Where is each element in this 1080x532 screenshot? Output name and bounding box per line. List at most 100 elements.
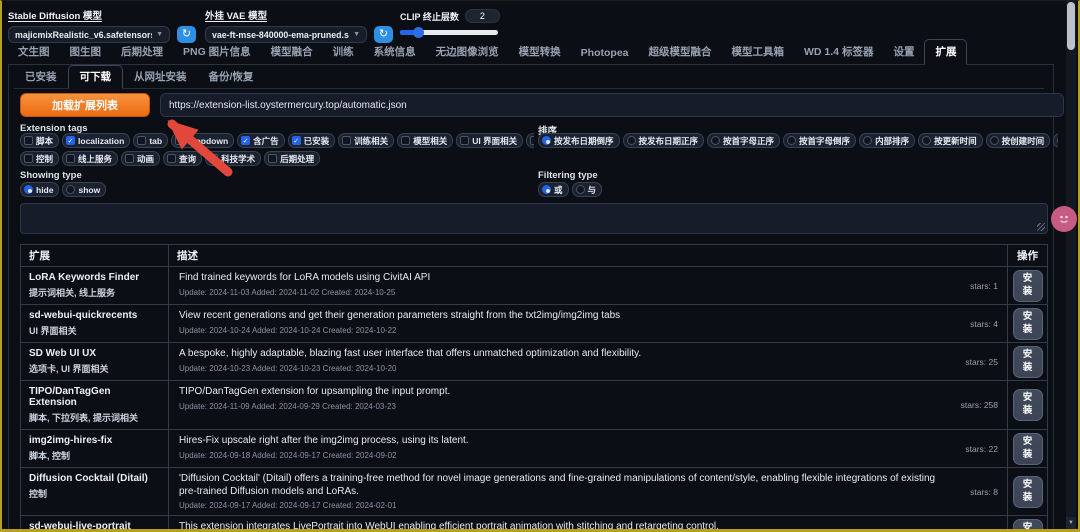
install-button[interactable]: 安装 (1012, 432, 1043, 465)
extension-name: sd-webui-live-portrait (29, 521, 131, 531)
main-tab-12[interactable]: WD 1.4 标签器 (794, 40, 883, 64)
sort-option-radio[interactable]: 按发布日期倒序 (538, 133, 620, 148)
table-body: LoRA Keywords Finder 提示词相关, 线上服务 Find trai… (21, 267, 1047, 531)
tag-checkbox[interactable]: tab (133, 133, 169, 148)
sd-model-group: Stable Diffusion 模型 majicmixRealistic_v6… (8, 6, 196, 43)
tag-checkbox[interactable]: 线上服务 (62, 151, 119, 166)
tag-checkbox[interactable]: 含广告 (237, 133, 285, 148)
table-row: LoRA Keywords Finder 提示词相关, 线上服务 Find trai… (21, 267, 1047, 305)
resize-grip-icon[interactable] (1037, 223, 1045, 231)
sort-option-label: 按创建时间 (1001, 135, 1045, 146)
install-button-label: 安装 (1022, 392, 1033, 416)
extension-description: A bespoke, highly adaptable, blazing fas… (179, 348, 642, 359)
extension-tags-text: 提示词相关, 线上服务 (29, 288, 116, 298)
sub-tab-3[interactable]: 备份/恢复 (198, 66, 265, 88)
install-button[interactable]: 安装 (1012, 307, 1043, 340)
main-tab-6[interactable]: 系统信息 (364, 40, 426, 64)
showing-type-option-radio[interactable]: show (62, 182, 107, 197)
tag-checkbox[interactable]: localization (62, 133, 131, 148)
filtering-type-option-radio[interactable]: 或 (538, 182, 569, 197)
main-tab-8[interactable]: 模型转换 (509, 40, 571, 64)
slider-handle[interactable] (412, 27, 424, 38)
sd-model-value: majicmixRealistic_v6.safetensors (15, 29, 153, 40)
main-tab-13[interactable]: 设置 (883, 40, 924, 64)
extension-name: LoRA Keywords Finder (29, 272, 140, 283)
tag-checkbox[interactable]: 模型相关 (397, 133, 454, 148)
table-row: Diffusion Cocktail (Ditail) 控制 'Diffusion … (21, 468, 1047, 516)
tag-checkbox[interactable]: UI 界面相关 (456, 133, 524, 148)
extension-index-url-input[interactable] (160, 93, 1064, 117)
sort-option-radio[interactable]: 按首字母正序 (707, 133, 781, 148)
install-button[interactable]: 安装 (1012, 345, 1043, 378)
main-tab-11[interactable]: 模型工具箱 (722, 40, 795, 64)
main-tab-3[interactable]: PNG 图片信息 (173, 40, 261, 64)
sub-tab-1[interactable]: 可下载 (67, 65, 123, 89)
install-button-label: 安装 (1022, 478, 1033, 503)
main-tab-14[interactable]: 扩展 (924, 39, 968, 65)
extension-cell: sd-webui-quickrecents UI 界面相关 (21, 305, 168, 342)
main-tab-5[interactable]: 训练 (323, 40, 364, 64)
floating-widget-button[interactable] (1051, 206, 1077, 232)
tag-checkbox[interactable]: 查询 (163, 151, 203, 166)
sort-option-radio[interactable]: 按更新时间 (918, 133, 983, 148)
main-tab-0[interactable]: 文生图 (8, 40, 60, 64)
action-cell: 安装 (1007, 430, 1047, 467)
sort-option-radio[interactable]: 按首字母倒序 (783, 133, 857, 148)
radio-icon (922, 136, 932, 145)
install-button[interactable]: 安装 (1012, 475, 1043, 508)
vertical-scrollbar[interactable]: ▼ (1066, 1, 1076, 529)
showing-type-option-radio[interactable]: hide (20, 182, 60, 197)
install-button[interactable]: 安装 (1012, 518, 1043, 531)
main-tab-10[interactable]: 超级模型融合 (639, 40, 722, 64)
search-textarea[interactable] (20, 203, 1048, 234)
tag-checkbox[interactable]: dropdown (171, 133, 235, 148)
clip-skip-label: CLIP 终止层数 (400, 11, 459, 22)
clip-skip-slider[interactable] (400, 27, 498, 38)
filtering-type-option-radio[interactable]: 与 (571, 182, 603, 197)
radio-icon (542, 185, 551, 194)
filtering-type-label: Filtering type (538, 170, 598, 181)
sort-option-radio[interactable]: 按创建时间 (985, 133, 1051, 148)
tag-label: 线上服务 (78, 153, 113, 164)
radio-icon (575, 185, 585, 194)
sort-option-radio[interactable]: 按发布日期正序 (622, 133, 705, 148)
tag-label: 查询 (179, 153, 197, 164)
tag-checkbox[interactable]: 后期处理 (264, 151, 321, 166)
sort-option-radio[interactable]: 按 Star 数量 (1053, 133, 1058, 148)
scrollbar-thumb[interactable] (1067, 2, 1075, 50)
tag-checkbox[interactable]: 控制 (20, 151, 60, 166)
refresh-icon: ↻ (181, 28, 192, 40)
extension-tags-text: 控制 (29, 489, 48, 499)
tag-checkbox[interactable]: 科技学术 (205, 151, 262, 166)
refresh-icon: ↻ (378, 28, 389, 40)
tag-checkbox[interactable]: 提示词相关 (526, 133, 534, 148)
tag-checkbox[interactable]: 已安装 (287, 133, 336, 148)
clip-skip-value[interactable]: 2 (464, 9, 500, 23)
sort-option-radio[interactable]: 内部排序 (859, 133, 916, 148)
install-button[interactable]: 安装 (1012, 389, 1043, 421)
install-button-label: 安装 (1022, 348, 1033, 373)
tag-checkbox[interactable]: 动画 (121, 151, 161, 166)
sub-tab-2[interactable]: 从网址安装 (123, 66, 198, 88)
sub-tab-0[interactable]: 已安装 (14, 66, 68, 88)
extensions-sub-tab-bar: 已安装 可下载 从网址安装 备份/恢复 (14, 65, 1044, 89)
main-tab-9[interactable]: Photopea (571, 43, 639, 64)
table-row: TIPO/DanTagGen Extension 脚本, 下拉列表, 提示词相关 T… (21, 381, 1047, 430)
extension-stars: stars: 22 (965, 443, 998, 454)
tag-checkbox[interactable]: 脚本 (20, 133, 60, 148)
tag-checkbox[interactable]: 训练相关 (338, 133, 395, 148)
install-button[interactable]: 安装 (1012, 269, 1043, 302)
checkbox-icon (24, 154, 33, 163)
scrollbar-down-arrow[interactable]: ▼ (1066, 517, 1076, 529)
main-tab-7[interactable]: 无边图像浏览 (426, 40, 509, 64)
radio-icon (626, 136, 636, 145)
load-extension-list-button[interactable]: 加载扩展列表 (20, 93, 150, 117)
main-tab-2[interactable]: 后期处理 (111, 40, 173, 64)
main-tab-4[interactable]: 模型融合 (261, 40, 323, 64)
tag-label: 控制 (36, 153, 54, 164)
extension-tags-row-2: 控制 线上服务 动画 查询 科技学术 后期处理 (20, 151, 534, 166)
radio-icon (1057, 136, 1058, 145)
main-tab-1[interactable]: 图生图 (60, 40, 112, 64)
extensions-table-wrap: 扩展 描述 操作 LoRA Keywords Finder 提示词相关, 线上服务 Fi… (20, 244, 1048, 531)
radio-icon (66, 185, 76, 194)
